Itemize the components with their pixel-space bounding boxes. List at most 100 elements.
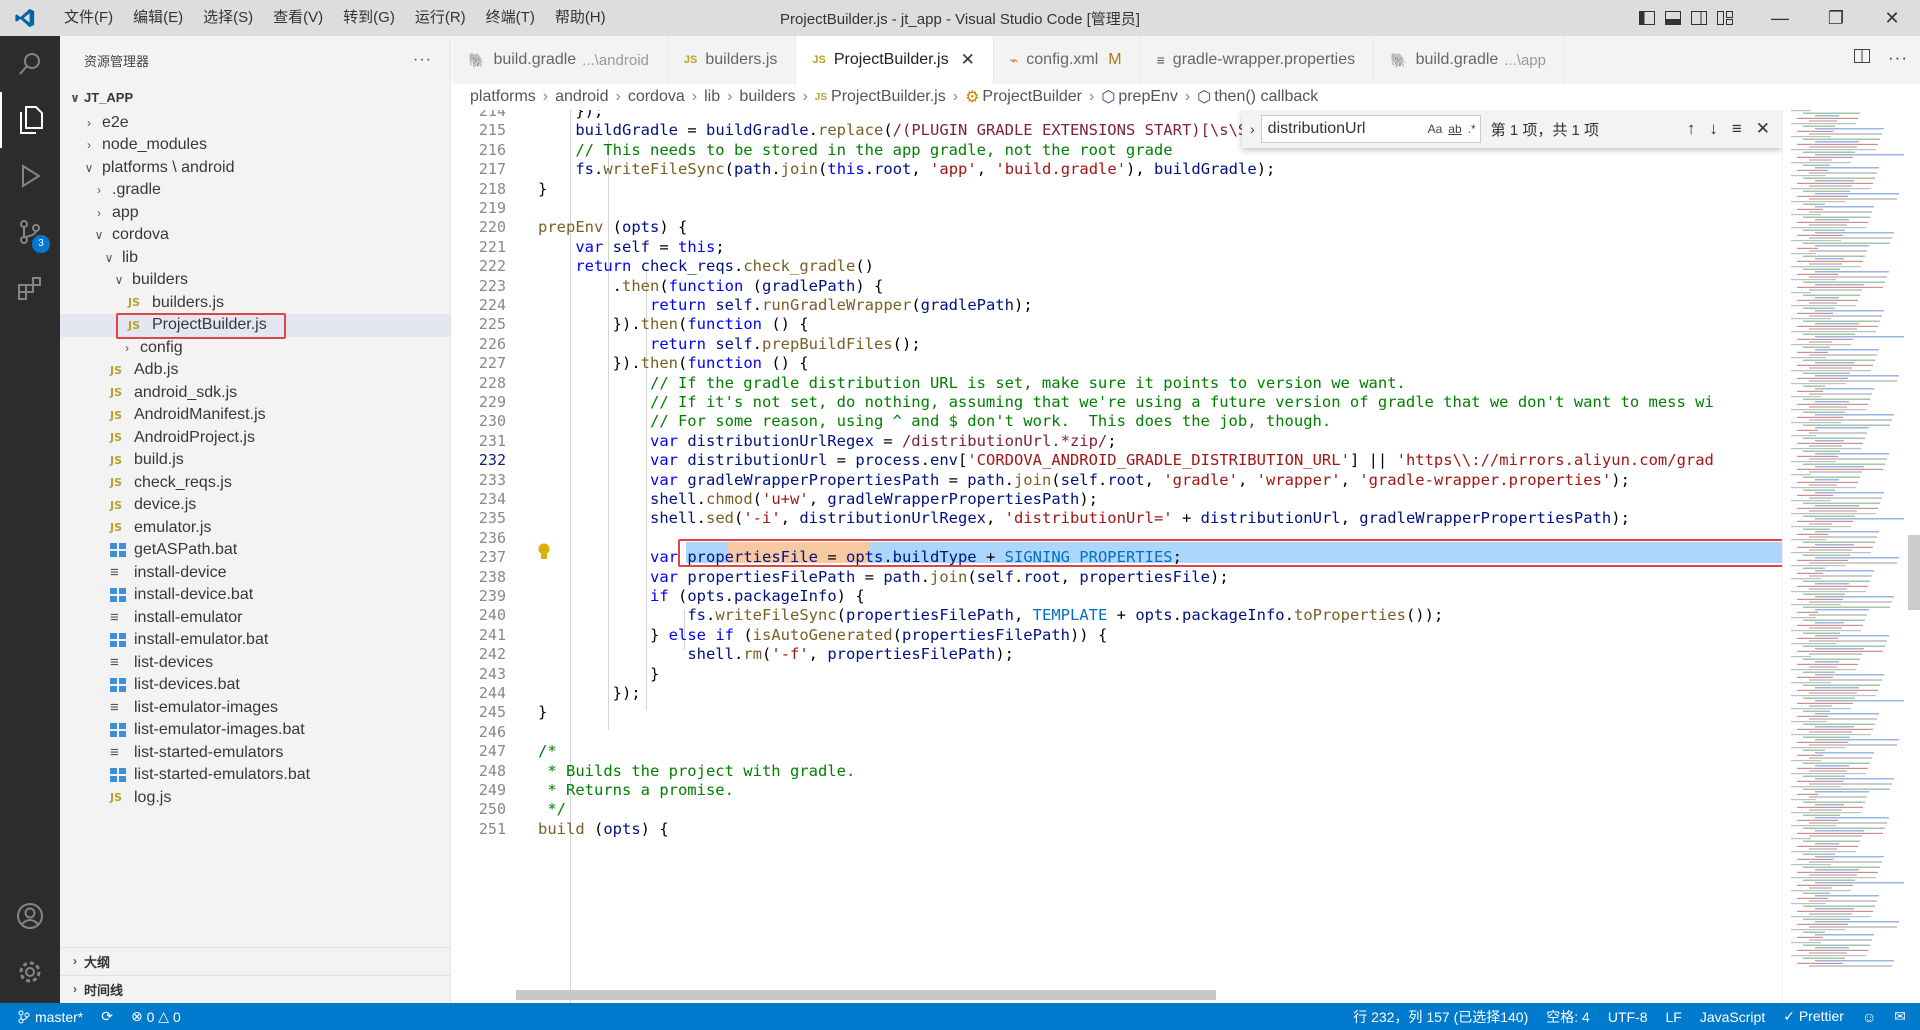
tree-item[interactable]: getASPath.bat [60,539,450,562]
run-debug-icon[interactable] [0,148,60,204]
more-actions-icon[interactable]: ··· [413,51,432,69]
restore-button[interactable]: ❐ [1808,0,1864,36]
find-in-selection-icon[interactable]: ≡ [1732,119,1742,139]
regex-icon[interactable]: .* [1468,122,1476,136]
breadcrumb-item[interactable]: then() callback [1214,88,1318,106]
breadcrumb-item[interactable]: android [555,88,608,106]
close-window-button[interactable]: ✕ [1864,0,1920,36]
encoding[interactable]: UTF-8 [1599,1007,1657,1027]
close-find-icon[interactable]: ✕ [1756,119,1770,139]
breadcrumb-item[interactable]: ProjectBuilder.js [831,88,946,106]
account-icon[interactable] [0,888,60,944]
workspace-root[interactable]: ∨ JT_APP [60,84,450,112]
tree-item[interactable]: › .gradle [60,179,450,202]
editor-tab[interactable]: JS ProjectBuilder.js ✕ [796,36,994,84]
editor-more-icon[interactable]: ··· [1888,48,1908,68]
next-match-icon[interactable]: ↓ [1709,119,1718,139]
tree-item[interactable]: ∨ cordova [60,224,450,247]
tree-item[interactable]: › config [60,337,450,360]
problems-indicator[interactable]: ⊗ 0 △ 0 [122,1008,190,1025]
feedback-icon[interactable]: ☺ [1853,1007,1885,1027]
language-mode[interactable]: JavaScript [1691,1007,1774,1027]
tree-item[interactable]: list-started-emulators.bat [60,764,450,787]
tree-item[interactable]: JS android_sdk.js [60,382,450,405]
toggle-secondary-sidebar-icon[interactable] [1686,0,1712,36]
tree-item[interactable]: ≡ list-emulator-images [60,697,450,720]
breadcrumb-item[interactable]: ProjectBuilder [982,88,1082,106]
match-word-icon[interactable]: ab [1448,122,1461,136]
breadcrumb-item[interactable]: prepEnv [1118,88,1178,106]
tree-item[interactable]: JS AndroidProject.js [60,427,450,450]
tree-item[interactable]: list-emulator-images.bat [60,719,450,742]
menu-item[interactable]: 帮助(H) [545,0,616,36]
close-tab-icon[interactable]: ✕ [961,50,975,70]
tree-item[interactable]: install-device.bat [60,584,450,607]
menu-item[interactable]: 运行(R) [405,0,476,36]
toggle-replace-icon[interactable]: › [1250,121,1255,137]
split-editor-icon[interactable] [1854,48,1871,68]
timeline-section[interactable]: › 时间线 [60,975,450,1002]
customize-layout-icon[interactable] [1712,0,1738,36]
tree-item[interactable]: › node_modules [60,134,450,157]
indentation[interactable]: 空格: 4 [1537,1007,1599,1027]
match-case-icon[interactable]: Aa [1428,122,1443,136]
tree-item[interactable]: › app [60,202,450,225]
settings-gear-icon[interactable] [0,944,60,1000]
tree-item[interactable]: ≡ list-started-emulators [60,742,450,765]
outline-section[interactable]: › 大纲 [60,947,450,974]
tree-item[interactable]: ∨ builders [60,269,450,292]
tree-item[interactable]: ∨ lib [60,247,450,270]
tree-item[interactable]: list-devices.bat [60,674,450,697]
menu-item[interactable]: 终端(T) [476,0,545,36]
editor-tab[interactable]: ⌁ config.xml M [994,36,1141,84]
editor-tab[interactable]: 🐘 build.gradle ...\android [452,36,668,84]
source-control-icon[interactable]: 3 [0,204,60,260]
search-icon[interactable] [0,36,60,92]
menu-item[interactable]: 转到(G) [333,0,405,36]
editor-tab[interactable]: 🐘 build.gradle ...\app [1374,36,1565,84]
breadcrumb-item[interactable]: lib [704,88,720,106]
tree-item[interactable]: ≡ install-device [60,562,450,585]
find-input[interactable]: distributionUrl Aa ab .* [1260,115,1481,143]
line-ending[interactable]: LF [1657,1007,1691,1027]
tree-item[interactable]: JS device.js [60,494,450,517]
breadcrumb-item[interactable]: builders [739,88,795,106]
tree-item[interactable]: JS log.js [60,787,450,810]
menu-item[interactable]: 查看(V) [263,0,333,36]
menu-item[interactable]: 文件(F) [54,0,123,36]
minimap[interactable] [1782,110,1920,1003]
tree-item[interactable]: JS AndroidManifest.js [60,404,450,427]
minimize-button[interactable]: — [1752,0,1808,36]
tree-item[interactable]: ≡ list-devices [60,652,450,675]
notifications-icon[interactable]: ✉ [1885,1007,1920,1027]
tree-item[interactable]: JS Adb.js [60,359,450,382]
toggle-sidebar-icon[interactable] [1634,0,1660,36]
tree-item[interactable]: ≡ install-emulator [60,607,450,630]
tree-item[interactable]: ∨ platforms \ android [60,157,450,180]
toggle-panel-icon[interactable] [1660,0,1686,36]
prettier-status[interactable]: ✓ Prettier [1774,1007,1853,1027]
tree-item[interactable]: install-emulator.bat [60,629,450,652]
horizontal-scrollbar[interactable] [516,990,1216,1000]
explorer-icon[interactable] [0,92,60,148]
menu-item[interactable]: 选择(S) [193,0,263,36]
branch-indicator[interactable]: master* [0,1009,92,1025]
sync-icon[interactable]: ⟳ [92,1008,122,1025]
tree-item[interactable]: JS build.js [60,449,450,472]
tree-item[interactable]: JS builders.js [60,292,450,315]
code-editor[interactable]: 214 215 216 217 218 219 220 221 222 223 224 225 226 2… [452,110,1782,1003]
tree-item[interactable]: JS emulator.js [60,517,450,540]
lightbulb-icon[interactable] [537,543,551,561]
breadcrumb-item[interactable]: platforms [470,88,536,106]
minimap-viewport[interactable] [1908,535,1920,610]
minimap-line [1797,650,1883,652]
breadcrumb-item[interactable]: cordova [628,88,685,106]
editor-tab[interactable]: JS builders.js [668,36,797,84]
cursor-position[interactable]: 行 232，列 157 (已选择140) [1344,1007,1537,1027]
previous-match-icon[interactable]: ↑ [1687,119,1696,139]
menu-item[interactable]: 编辑(E) [123,0,193,36]
editor-tab[interactable]: ≡ gradle-wrapper.properties [1141,36,1375,84]
tree-item[interactable]: JS check_reqs.js [60,472,450,495]
extensions-icon[interactable] [0,260,60,316]
tree-item[interactable]: › e2e [60,112,450,135]
